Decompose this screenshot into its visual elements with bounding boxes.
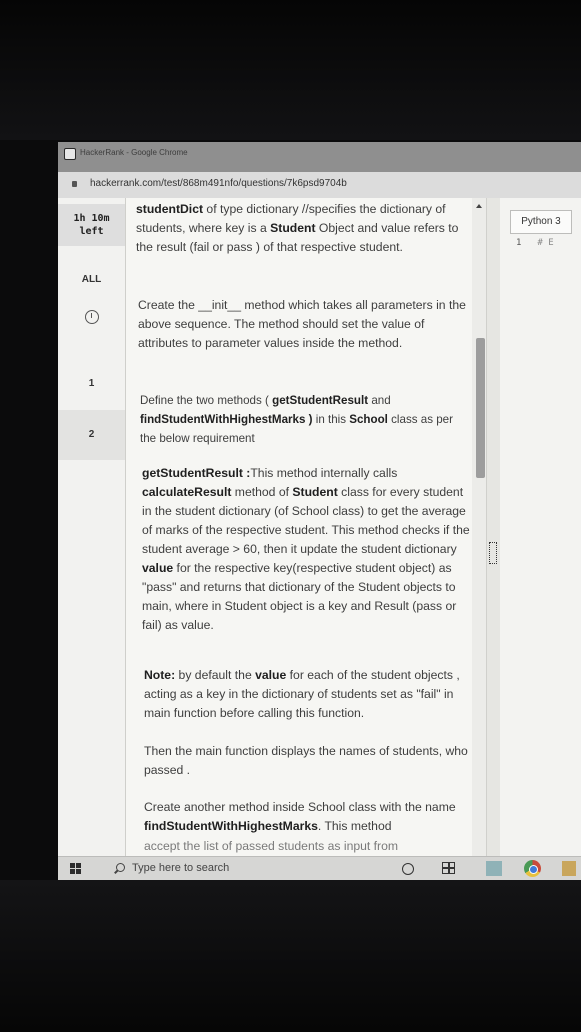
term-getstudentresult: getStudentResult — [272, 394, 369, 407]
windows-start-icon[interactable] — [70, 863, 82, 875]
nav-question-1[interactable]: 1 — [58, 366, 125, 402]
paragraph-getstudentresult: getStudentResult :This method internally… — [142, 464, 472, 635]
url-text[interactable]: hackerrank.com/test/868m491nfo/questions… — [90, 178, 347, 189]
term-getstudentresult: getStudentResult : — [142, 466, 251, 480]
chrome-icon[interactable] — [524, 860, 541, 877]
scrollbar-thumb[interactable] — [476, 338, 485, 478]
language-select[interactable]: Python 3 — [510, 210, 572, 234]
file-explorer-icon[interactable] — [486, 861, 502, 876]
search-placeholder[interactable]: Type here to search — [132, 862, 229, 874]
drag-grip-icon[interactable] — [489, 542, 497, 564]
hackerrank-logo-icon — [64, 148, 76, 160]
taskbar-search[interactable]: Type here to search — [110, 857, 390, 880]
text: and — [368, 394, 391, 407]
term-student: Student — [292, 485, 338, 499]
term-findstudentwithhighestmarks: findStudentWithHighestMarks ) — [140, 413, 313, 426]
search-icon — [116, 863, 125, 872]
text: method of — [231, 485, 293, 499]
content-scrollbar[interactable] — [472, 198, 486, 856]
question-nav-rail: 1h 10m left ALL 1 2 — [58, 198, 126, 856]
term-student: Student — [270, 221, 316, 235]
paragraph-main-displays: Then the main function displays the name… — [144, 744, 468, 777]
windows-taskbar: Type here to search — [58, 856, 581, 880]
timer-value: 1h 10m — [73, 213, 110, 224]
term-findstudentwithhighestmarks: findStudentWithHighestMarks — [144, 819, 318, 833]
window-title: HackerRank - Google Chrome — [80, 148, 188, 157]
pane-splitter[interactable] — [486, 198, 501, 856]
paragraph-define-methods: Define the two methods ( getStudentResul… — [140, 391, 470, 448]
text: in this — [312, 413, 350, 426]
term-studentdict: studentDict — [136, 202, 204, 216]
scroll-up-icon[interactable] — [476, 204, 482, 208]
nav-question-2[interactable]: 2 — [58, 410, 125, 460]
line-number: 1 — [516, 238, 522, 248]
app-icon[interactable] — [562, 861, 576, 876]
paragraph-note: Note: by default the value for each of t… — [144, 666, 474, 723]
screen: HackerRank - Google Chrome hackerrank.co… — [58, 142, 581, 880]
monitor-bezel-top — [0, 0, 581, 140]
time-remaining: 1h 10m left — [58, 204, 125, 246]
paragraph-student-dict: studentDict of type dictionary //specifi… — [136, 200, 466, 257]
term-note: Note: — [144, 668, 176, 682]
text: by default the — [175, 668, 256, 682]
timer-label: left — [79, 226, 104, 237]
text: This method internally calls — [250, 466, 398, 480]
info-circle-icon[interactable] — [85, 310, 99, 324]
paragraph-find-highest: Create another method inside School clas… — [144, 798, 474, 836]
paragraph-init: Create the __init__ method which takes a… — [138, 298, 466, 350]
nav-all-questions[interactable]: ALL — [58, 266, 125, 294]
text: Define the two methods ( — [140, 394, 273, 407]
term-school: School — [349, 413, 388, 426]
task-view-icon[interactable] — [442, 862, 455, 874]
cortana-icon[interactable] — [402, 863, 414, 875]
text: Create another method inside School clas… — [144, 800, 456, 814]
code-editor-pane — [500, 198, 581, 856]
term-calculateresult: calculateResult — [142, 485, 232, 499]
text: for the respective key(respective studen… — [142, 561, 457, 632]
monitor-bezel-bottom — [0, 880, 581, 1032]
lock-icon — [72, 181, 77, 187]
term-value: value — [142, 561, 174, 575]
term-value: value — [255, 668, 287, 682]
browser-titlebar: HackerRank - Google Chrome — [58, 142, 581, 172]
code-line[interactable]: # E — [537, 238, 553, 248]
question-content: studentDict of type dictionary //specifi… — [126, 198, 486, 856]
paragraph-cutoff: accept the list of passed students as in… — [144, 839, 399, 853]
address-bar[interactable]: hackerrank.com/test/868m491nfo/questions… — [58, 172, 581, 198]
text: . This method — [317, 819, 392, 833]
editor-gutter: 1 # E — [516, 238, 556, 248]
